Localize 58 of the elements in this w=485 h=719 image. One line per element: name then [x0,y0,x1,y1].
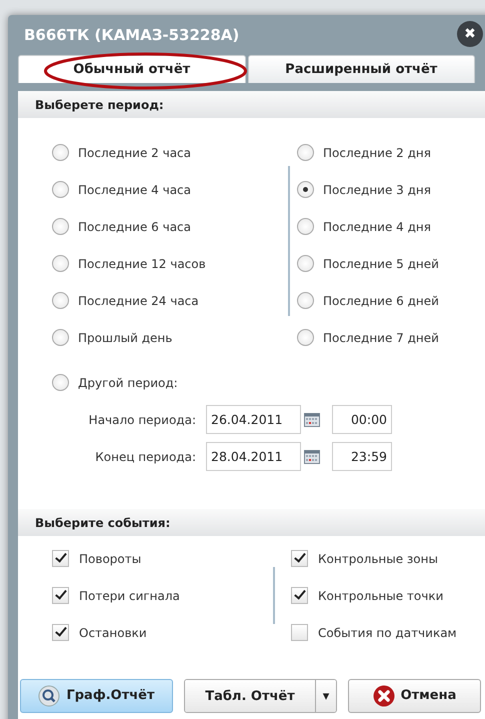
radio-button[interactable] [297,181,314,198]
checkbox-label: Остановки [79,624,147,642]
table-report-button[interactable]: Табл. Отчёт [185,680,315,712]
checkbox-label: События по датчикам [318,624,457,642]
radio-label: Последние 2 часа [78,144,191,162]
section-header: Выберите события: [18,509,485,536]
radio-label: Последние 4 дня [323,218,431,236]
checkbox[interactable] [52,587,69,604]
checkbox[interactable] [291,624,308,641]
radio-button[interactable] [297,218,314,235]
field-label: Начало периода: [88,412,197,428]
checkbox-label: Контрольные зоны [318,550,438,568]
radio-label: Последние 4 часа [78,182,191,198]
date-field[interactable]: 26.04.2011 [206,405,301,434]
close-button[interactable]: ✖ [457,21,483,47]
search-icon [38,685,60,707]
radio-label: Последние 6 дней [323,292,439,310]
radio-label: Другой период: [78,374,178,392]
calendar-icon[interactable] [304,412,320,426]
radio-button[interactable] [297,144,314,161]
checkbox-label: Повороты [79,550,142,568]
close-icon [372,685,395,707]
dropdown-button[interactable]: ▾ [315,680,336,712]
radio-button[interactable] [297,255,314,272]
radio-button[interactable] [52,255,69,272]
calendar-icon[interactable] [304,450,320,464]
time-field[interactable]: 23:59 [332,442,392,471]
radio-button[interactable] [52,144,69,161]
radio-button[interactable] [52,329,69,346]
tab[interactable]: Обычный отчёт [18,55,246,83]
radio-label: Последние 5 дней [323,256,439,272]
checkbox[interactable] [291,587,308,604]
radio-button[interactable] [52,292,69,309]
radio-button[interactable] [52,218,69,235]
radio-label: Последние 24 часа [78,292,199,310]
checkbox[interactable] [52,550,69,567]
date-field[interactable]: 28.04.2011 [206,442,301,471]
time-field[interactable]: 00:00 [332,405,392,434]
tab[interactable]: Расширенный отчёт [248,55,475,83]
radio-label: Последние 2 дня [323,144,431,162]
radio-button[interactable] [52,181,69,198]
checkbox-label: Контрольные точки [318,588,444,604]
radio-label: Последние 6 часа [78,218,191,236]
checkbox[interactable] [291,550,308,567]
radio-label: Последние 3 дня [323,182,431,198]
graph-report-button[interactable]: Граф.Отчёт [20,679,173,713]
radio-label: Прошлый день [78,330,172,346]
radio-button[interactable] [297,329,314,346]
section-header: Выберете период: [18,91,485,118]
field-label: Конец периода: [94,448,197,466]
radio-button[interactable] [297,292,314,309]
checkbox[interactable] [52,624,69,641]
cancel-button[interactable]: Отмена [348,679,481,713]
radio-button[interactable] [52,374,69,391]
window-title: В666ТК (КАМАЗ-53228А) [24,24,240,46]
radio-label: Последние 12 часов [78,256,206,272]
checkbox-label: Потери сигнала [79,588,180,604]
radio-label: Последние 7 дней [323,330,439,346]
